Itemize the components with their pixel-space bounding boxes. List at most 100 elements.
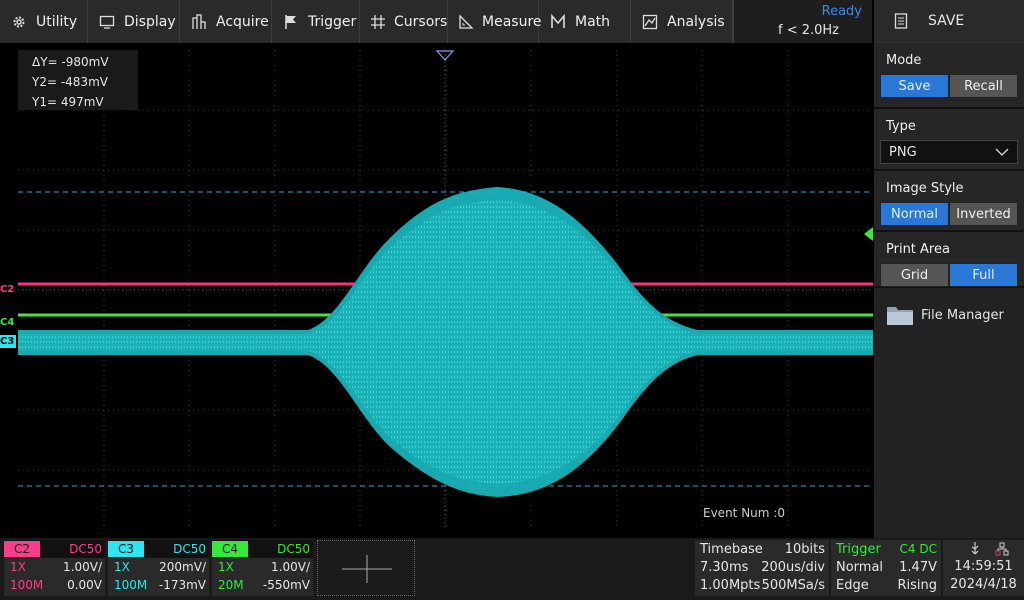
- channel-c4-box[interactable]: C4 DC50 1X 1.00V/ 20M -550mV: [212, 540, 313, 596]
- document-icon: [894, 13, 908, 29]
- menu-math[interactable]: Math: [539, 0, 631, 43]
- c3-scale: 200mV/: [159, 560, 206, 574]
- cursor-y2-value: Y2= -483mV: [32, 75, 108, 89]
- c4-tag: C4: [212, 541, 249, 557]
- plus-icon: [342, 555, 392, 583]
- file-manager-button[interactable]: File Manager: [874, 288, 1024, 342]
- menu-trigger[interactable]: Trigger: [272, 0, 360, 43]
- menu-cursors[interactable]: Cursors: [360, 0, 448, 43]
- c2-bandwidth: 100M: [10, 578, 44, 592]
- trigger-frequency: f < 2.0Hz: [778, 23, 840, 38]
- menu-measure[interactable]: Measure: [448, 0, 542, 43]
- c3-trace-noise: [18, 200, 873, 484]
- save-panel: SAVE Mode Save Recall Type PNG Image Sty…: [874, 0, 1024, 600]
- menu-utility[interactable]: Utility: [0, 0, 88, 43]
- c3-coupling: DC50: [173, 542, 206, 556]
- c2-offset-marker[interactable]: C2: [0, 283, 18, 296]
- graticule: [18, 50, 873, 530]
- trigger-level-marker[interactable]: [864, 227, 873, 241]
- print-area-label: Print Area: [886, 242, 950, 257]
- panel-title: SAVE: [928, 13, 965, 29]
- type-dropdown[interactable]: PNG: [880, 140, 1018, 164]
- timebase-delay: 7.30ms: [700, 559, 749, 575]
- image-style-section: Image Style Normal Inverted: [874, 171, 1024, 232]
- clock-date: 2024/4/18: [950, 577, 1017, 592]
- channel-c2-box[interactable]: C2 DC50 1X 1.00V/ 100M 0.00V: [4, 540, 105, 596]
- gear-icon: [10, 13, 28, 31]
- trigger-mode: Normal: [836, 559, 884, 575]
- image-style-label: Image Style: [886, 181, 964, 196]
- menu-analysis[interactable]: Analysis: [631, 0, 733, 43]
- menu-display[interactable]: Display: [88, 0, 180, 43]
- print-area-full-button[interactable]: Full: [949, 263, 1018, 287]
- panel-header: SAVE: [874, 0, 1024, 43]
- mode-section: Mode Save Recall: [874, 43, 1024, 109]
- channel-c3-box[interactable]: C3 DC50 1X 200mV/ 100M -173mV: [108, 540, 209, 596]
- menu-cursors-label: Cursors: [394, 13, 448, 30]
- image-style-inverted-button[interactable]: Inverted: [949, 202, 1018, 226]
- sample-rate: 500MSa/s: [761, 577, 825, 593]
- cursor-readout: ΔY= -980mV Y2= -483mV Y1= 497mV: [18, 50, 138, 110]
- menu-utility-label: Utility: [36, 13, 78, 30]
- file-manager-label: File Manager: [921, 307, 1004, 323]
- chevron-down-icon: [995, 148, 1009, 156]
- monitor-icon: [98, 13, 116, 31]
- type-value: PNG: [889, 144, 917, 160]
- mode-recall-button[interactable]: Recall: [949, 74, 1018, 98]
- math-icon: [549, 13, 567, 31]
- trigger-source: C4 DC: [899, 542, 937, 556]
- c4-scale: 1.00V/: [271, 560, 310, 574]
- analysis-icon: [641, 13, 659, 31]
- trigger-slope: Rising: [897, 577, 937, 593]
- c4-offset-marker[interactable]: C4: [0, 316, 18, 329]
- run-status: Ready: [821, 4, 862, 19]
- image-style-normal-button[interactable]: Normal: [880, 202, 949, 226]
- add-channel-slot[interactable]: [317, 540, 415, 596]
- c3-bandwidth: 100M: [114, 578, 148, 592]
- c2-probe: 1X: [10, 560, 26, 574]
- menu-analysis-label: Analysis: [667, 13, 725, 30]
- flag-icon: [282, 13, 300, 31]
- usb-icon: [971, 542, 978, 555]
- acquire-icon: [190, 13, 208, 31]
- bottom-status-bar: C2 DC50 1X 1.00V/ 100M 0.00V C3 DC50 1X 200mV…: [0, 538, 1024, 600]
- acquisition-status: Ready f < 2.0Hz: [733, 0, 872, 43]
- timebase-box[interactable]: Timebase 10bits 7.30ms 200us/div 1.00Mpts 5…: [695, 540, 829, 596]
- folder-icon: [887, 307, 913, 325]
- menu-acquire[interactable]: Acquire: [180, 0, 272, 43]
- event-number: Event Num :0: [703, 506, 785, 520]
- mode-label: Mode: [886, 53, 922, 68]
- print-area-section: Print Area Grid Full: [874, 232, 1024, 288]
- menu-display-label: Display: [124, 13, 176, 30]
- menu-trigger-label: Trigger: [308, 13, 357, 30]
- trigger-box[interactable]: Trigger C4 DC Normal 1.47V Edge Rising: [831, 540, 941, 596]
- c2-scale: 1.00V/: [63, 560, 102, 574]
- c2-offset: 0.00V: [67, 578, 102, 592]
- memory-depth: 1.00Mpts: [700, 577, 761, 593]
- c2-coupling: DC50: [69, 542, 102, 556]
- timebase-bits: 10bits: [784, 541, 825, 557]
- mode-save-button[interactable]: Save: [880, 74, 949, 98]
- c3-offset-marker[interactable]: C3: [0, 335, 16, 348]
- trigger-type: Edge: [836, 577, 869, 593]
- type-section: Type PNG: [874, 109, 1024, 171]
- measure-icon: [458, 13, 474, 31]
- waveform-display[interactable]: [18, 50, 873, 530]
- menu-math-label: Math: [575, 13, 611, 30]
- print-area-grid-button[interactable]: Grid: [880, 263, 949, 287]
- type-label: Type: [886, 119, 916, 134]
- cursor-cross-icon: [370, 13, 386, 31]
- menu-acquire-label: Acquire: [216, 13, 269, 30]
- c4-offset: -550mV: [262, 578, 310, 592]
- cursor-y1-value: Y1= 497mV: [32, 95, 104, 109]
- c2-tag: C2: [4, 541, 41, 557]
- cursor-delta-y: ΔY= -980mV: [32, 55, 109, 69]
- trigger-level: 1.47V: [899, 559, 937, 575]
- clock-time: 14:59:51: [954, 559, 1013, 574]
- c4-bandwidth: 20M: [218, 578, 244, 592]
- c4-probe: 1X: [218, 560, 234, 574]
- network-icon: [995, 542, 1008, 556]
- c3-probe: 1X: [114, 560, 130, 574]
- c4-coupling: DC50: [277, 542, 310, 556]
- menu-measure-label: Measure: [482, 13, 542, 30]
